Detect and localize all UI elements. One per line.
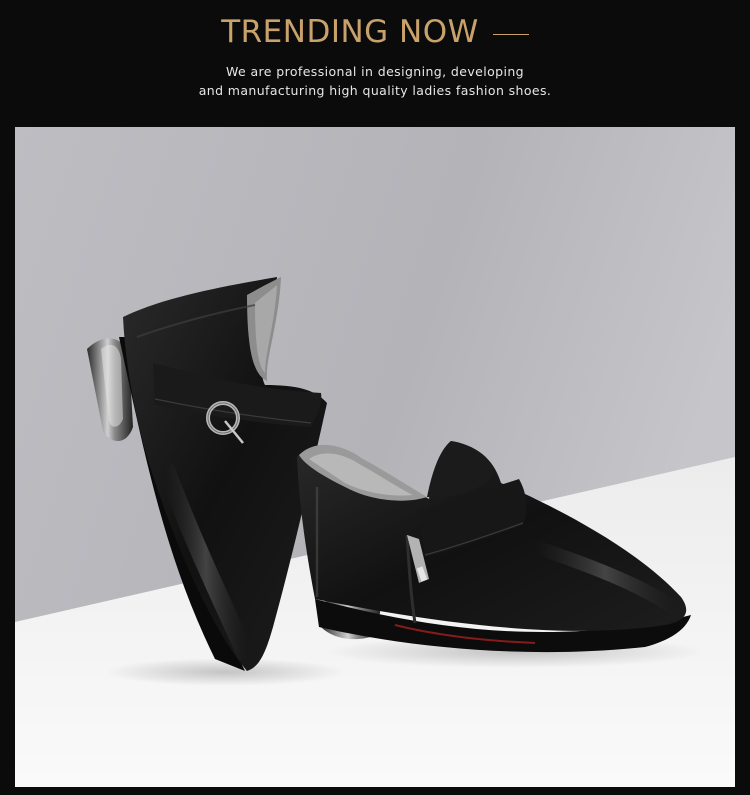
section-title: TRENDING NOW <box>221 14 479 50</box>
title-divider <box>492 33 529 35</box>
heading-row: TRENDING NOW <box>0 14 750 50</box>
tagline-line-1: We are professional in designing, develo… <box>225 64 524 79</box>
product-banner: TRENDING NOW We are professional in desi… <box>0 0 750 795</box>
tagline-line-2: and manufacturing high quality ladies fa… <box>198 83 552 98</box>
product-photo <box>15 127 735 787</box>
